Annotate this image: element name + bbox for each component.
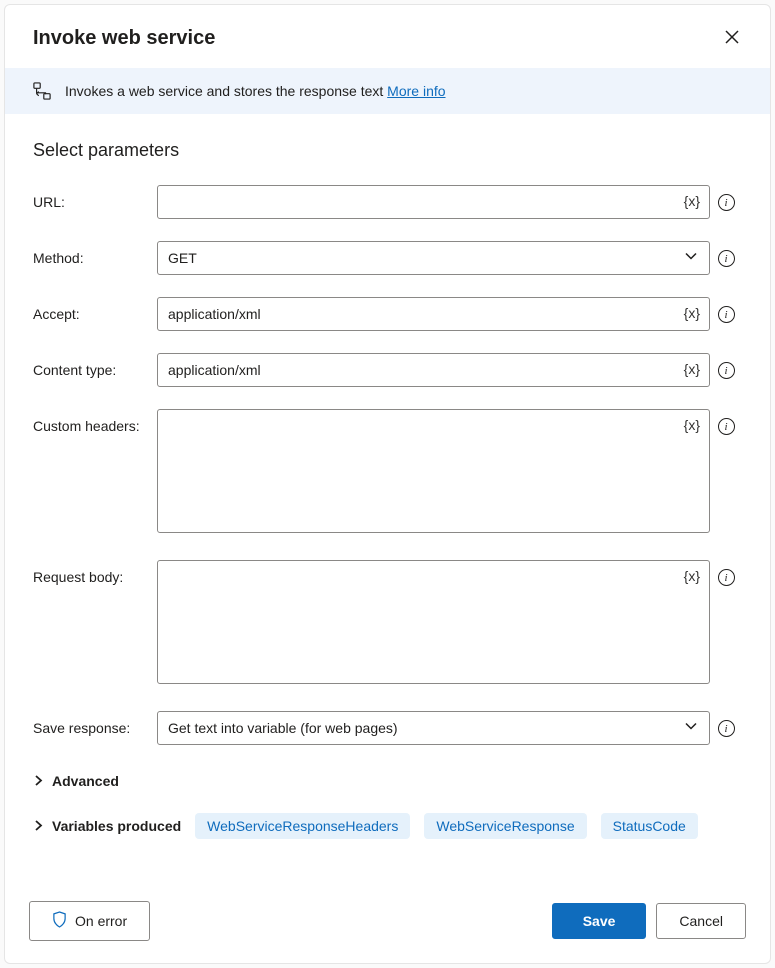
content-type-label: Content type:: [33, 353, 157, 378]
info-bar-text: Invokes a web service and stores the res…: [65, 83, 446, 99]
dialog-title: Invoke web service: [33, 27, 215, 50]
close-button[interactable]: [718, 23, 746, 54]
variable-pill[interactable]: StatusCode: [601, 813, 698, 839]
field-row-content-type: Content type: {x} i: [33, 353, 742, 387]
shield-icon: [52, 911, 67, 931]
info-icon[interactable]: i: [718, 362, 735, 379]
info-icon[interactable]: i: [718, 720, 735, 737]
field-row-save-response: Save response: Get text into variable (f…: [33, 711, 742, 745]
info-bar-description: Invokes a web service and stores the res…: [65, 83, 387, 99]
custom-headers-input[interactable]: [157, 409, 710, 533]
web-service-icon: [33, 82, 51, 100]
variable-token-button[interactable]: {x}: [684, 361, 700, 377]
field-row-request-body: Request body: {x} i: [33, 560, 742, 689]
field-row-custom-headers: Custom headers: {x} i: [33, 409, 742, 538]
invoke-web-service-dialog: Invoke web service Invokes a web service…: [4, 4, 771, 964]
request-body-input[interactable]: [157, 560, 710, 684]
advanced-expander[interactable]: Advanced: [33, 767, 742, 795]
save-button[interactable]: Save: [552, 903, 647, 939]
variable-token-button[interactable]: {x}: [684, 568, 700, 584]
more-info-link[interactable]: More info: [387, 83, 445, 99]
variable-pill[interactable]: WebServiceResponse: [424, 813, 586, 839]
field-row-method: Method: GET i: [33, 241, 742, 275]
variables-produced-label: Variables produced: [52, 818, 181, 834]
save-response-select[interactable]: Get text into variable (for web pages): [157, 711, 710, 745]
close-icon: [724, 29, 740, 48]
advanced-label: Advanced: [52, 773, 119, 789]
dialog-content: Select parameters URL: {x} i Method: GET…: [5, 114, 770, 883]
variable-token-button[interactable]: {x}: [684, 305, 700, 321]
variables-produced-row: Variables produced WebServiceResponseHea…: [33, 813, 742, 839]
info-icon[interactable]: i: [718, 569, 735, 586]
info-icon[interactable]: i: [718, 194, 735, 211]
chevron-right-icon: [33, 773, 44, 789]
accept-label: Accept:: [33, 297, 157, 322]
accept-input[interactable]: [157, 297, 710, 331]
method-label: Method:: [33, 241, 157, 266]
variables-produced-expander[interactable]: Variables produced: [33, 818, 181, 834]
save-response-label: Save response:: [33, 711, 157, 736]
method-select[interactable]: GET: [157, 241, 710, 275]
info-icon[interactable]: i: [718, 306, 735, 323]
dialog-header: Invoke web service: [5, 5, 770, 68]
info-icon[interactable]: i: [718, 250, 735, 267]
cancel-button[interactable]: Cancel: [656, 903, 746, 939]
variable-pill[interactable]: WebServiceResponseHeaders: [195, 813, 410, 839]
request-body-label: Request body:: [33, 560, 157, 585]
field-row-url: URL: {x} i: [33, 185, 742, 219]
on-error-button[interactable]: On error: [29, 901, 150, 941]
chevron-right-icon: [33, 818, 44, 834]
url-label: URL:: [33, 185, 157, 210]
url-input[interactable]: [157, 185, 710, 219]
field-row-accept: Accept: {x} i: [33, 297, 742, 331]
content-type-input[interactable]: [157, 353, 710, 387]
dialog-footer: On error Save Cancel: [5, 883, 770, 963]
variable-token-button[interactable]: {x}: [684, 193, 700, 209]
section-title: Select parameters: [33, 140, 742, 161]
info-icon[interactable]: i: [718, 418, 735, 435]
variable-token-button[interactable]: {x}: [684, 417, 700, 433]
on-error-label: On error: [75, 913, 127, 929]
custom-headers-label: Custom headers:: [33, 409, 157, 434]
info-bar: Invokes a web service and stores the res…: [5, 68, 770, 114]
